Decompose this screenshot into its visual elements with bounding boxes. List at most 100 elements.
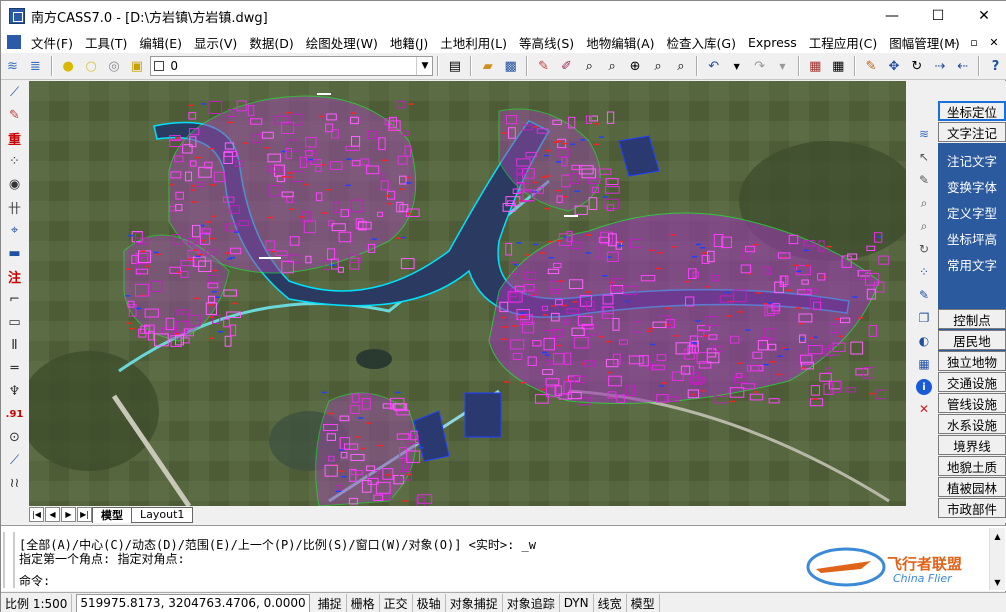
- menu-cadastre[interactable]: 地籍(J): [384, 33, 434, 52]
- fence-icon[interactable]: 卄: [4, 196, 26, 219]
- menu-edit[interactable]: 编辑(E): [133, 33, 188, 52]
- prev-tab-button[interactable]: ◀: [45, 507, 60, 522]
- table-icon[interactable]: ▦: [913, 353, 935, 375]
- map-icon[interactable]: ⌖: [4, 219, 26, 242]
- match-prop-icon[interactable]: ✐: [556, 55, 577, 77]
- model-toggle[interactable]: 模型: [627, 593, 660, 612]
- circle-point-icon[interactable]: ⊙: [4, 426, 26, 449]
- layers-icon[interactable]: ≋: [913, 123, 935, 145]
- trim-icon[interactable]: ⇠: [952, 55, 973, 77]
- app-logo-icon[interactable]: [9, 8, 25, 24]
- nodes-icon[interactable]: ⁘: [913, 261, 935, 283]
- residential-button[interactable]: 居民地: [938, 330, 1006, 350]
- boundary-button[interactable]: 境界线: [938, 435, 1006, 455]
- menu-view[interactable]: 显示(V): [188, 33, 243, 52]
- double-line-icon[interactable]: ═: [4, 357, 26, 380]
- vegetation-button[interactable]: 植被园林: [938, 477, 1006, 497]
- document-icon[interactable]: [7, 35, 21, 49]
- drag-handle[interactable]: [3, 532, 15, 588]
- otrack-toggle[interactable]: 对象追踪: [503, 593, 560, 612]
- first-tab-button[interactable]: |◀: [29, 507, 44, 522]
- help-icon[interactable]: ?: [985, 55, 1006, 77]
- menu-tools[interactable]: 工具(T): [79, 33, 133, 52]
- minimize-button[interactable]: —: [869, 1, 915, 31]
- chevron-down-icon[interactable]: ▼: [416, 57, 432, 75]
- rotate-icon[interactable]: ↻: [906, 55, 927, 77]
- control-point-button[interactable]: 控制点: [938, 309, 1006, 329]
- annotate-text-item[interactable]: 注记文字: [938, 147, 1006, 173]
- maximize-button[interactable]: ☐: [915, 1, 961, 31]
- menu-contour[interactable]: 等高线(S): [513, 33, 580, 52]
- annotate-icon[interactable]: 注: [4, 265, 26, 288]
- open-file-icon[interactable]: ▰: [477, 55, 498, 77]
- corner-icon[interactable]: ⌐: [4, 288, 26, 311]
- freeze-icon[interactable]: ◎: [104, 55, 125, 77]
- refresh-icon[interactable]: ↻: [913, 238, 935, 260]
- polar-toggle[interactable]: 极轴: [413, 593, 446, 612]
- coord-elevation-item[interactable]: 坐标坪高: [938, 225, 1006, 251]
- calculator-icon[interactable]: ▦: [828, 55, 849, 77]
- zoom-icon[interactable]: ⌕: [913, 192, 935, 214]
- command-prompt[interactable]: 命令:: [19, 572, 50, 589]
- redo-icon[interactable]: ↷: [749, 55, 770, 77]
- ruler-icon[interactable]: ▬: [4, 242, 26, 265]
- layer-state-icon[interactable]: ≣: [25, 55, 46, 77]
- zoom-previous-icon[interactable]: ⌕: [648, 55, 669, 77]
- pipeline-button[interactable]: 管线设施: [938, 393, 1006, 413]
- define-style-item[interactable]: 定义字型: [938, 199, 1006, 225]
- info-icon[interactable]: i: [916, 379, 932, 395]
- menu-engineering[interactable]: 工程应用(C): [803, 33, 883, 52]
- change-font-item[interactable]: 变换字体: [938, 173, 1006, 199]
- grid-dots-icon[interactable]: ⁘: [4, 150, 26, 173]
- tab-layout1[interactable]: Layout1: [131, 506, 194, 523]
- paint-icon[interactable]: ✎: [913, 284, 935, 306]
- grid-toggle[interactable]: 栅格: [347, 593, 380, 612]
- lightbulb-icon[interactable]: ●: [58, 55, 79, 77]
- delete-icon[interactable]: ✕: [913, 398, 935, 420]
- lineweight-toggle[interactable]: 线宽: [594, 593, 627, 612]
- brush-icon[interactable]: ✎: [861, 55, 882, 77]
- elevation-point-icon[interactable]: .91: [4, 403, 26, 426]
- layer-dropdown[interactable]: 0 ▼: [150, 56, 434, 76]
- properties-icon[interactable]: ▦: [805, 55, 826, 77]
- snap-toggle[interactable]: 捕捉: [314, 593, 347, 612]
- edit-icon[interactable]: ✎: [913, 169, 935, 191]
- drawing-canvas[interactable]: [29, 81, 906, 506]
- menu-express[interactable]: Express: [742, 35, 803, 50]
- ortho-toggle[interactable]: 正交: [380, 593, 413, 612]
- zoom-window-icon[interactable]: ⌕: [602, 55, 623, 77]
- rectangle-icon[interactable]: ▭: [4, 311, 26, 334]
- mdi-minimize-button[interactable]: –: [945, 33, 963, 51]
- save-icon[interactable]: ▩: [500, 55, 521, 77]
- municipal-button[interactable]: 市政部件: [938, 498, 1006, 518]
- menu-drawing[interactable]: 绘图处理(W): [300, 33, 384, 52]
- sun-icon[interactable]: ○: [81, 55, 102, 77]
- last-tab-button[interactable]: ▶|: [77, 507, 92, 522]
- layer-manager-icon[interactable]: ≋: [2, 55, 23, 77]
- heavy-char-icon[interactable]: 重: [4, 127, 26, 150]
- extend-icon[interactable]: ⇢: [929, 55, 950, 77]
- linetype-icon[interactable]: ▤: [444, 55, 465, 77]
- menu-landuse[interactable]: 土地利用(L): [434, 33, 513, 52]
- zoom-object-icon[interactable]: ⌕: [670, 55, 691, 77]
- undo-dropdown-icon[interactable]: ▼: [726, 55, 747, 77]
- pointer-icon[interactable]: ↖: [913, 146, 935, 168]
- wave-icon[interactable]: ≀≀: [4, 472, 26, 495]
- camera-icon[interactable]: ◉: [4, 173, 26, 196]
- lock-icon[interactable]: ▣: [126, 55, 147, 77]
- undo-icon[interactable]: ↶: [703, 55, 724, 77]
- line-segment-icon[interactable]: ⟋: [4, 449, 26, 472]
- menu-check-import[interactable]: 检查入库(G): [661, 33, 742, 52]
- common-text-item[interactable]: 常用文字: [938, 251, 1006, 277]
- view-icon[interactable]: ◐: [913, 330, 935, 352]
- next-tab-button[interactable]: ▶: [61, 507, 76, 522]
- osnap-toggle[interactable]: 对象捕捉: [446, 593, 503, 612]
- water-system-button[interactable]: 水系设施: [938, 414, 1006, 434]
- menu-feature-edit[interactable]: 地物编辑(A): [580, 33, 660, 52]
- mdi-close-button[interactable]: ✕: [985, 33, 1003, 51]
- landform-soil-button[interactable]: 地貌土质: [938, 456, 1006, 476]
- tree-icon[interactable]: ♆: [4, 380, 26, 403]
- menu-file[interactable]: 文件(F): [25, 33, 79, 52]
- move-icon[interactable]: ✥: [884, 55, 905, 77]
- pen-icon[interactable]: ✎: [4, 104, 26, 127]
